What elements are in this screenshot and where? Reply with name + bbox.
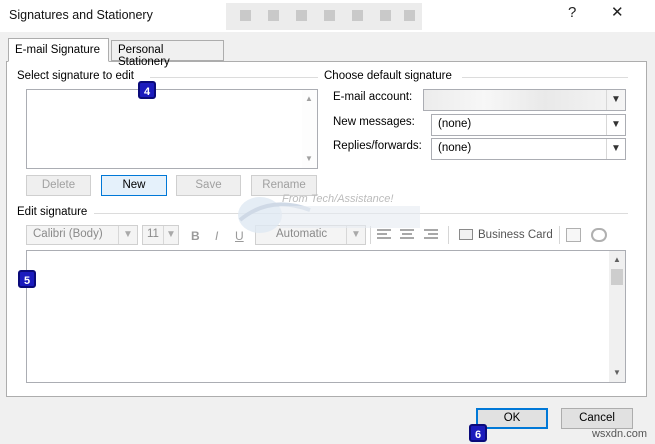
scroll-up-icon[interactable]: ▲ xyxy=(610,255,624,264)
chevron-down-icon[interactable]: ▼ xyxy=(606,115,625,135)
group-divider xyxy=(150,77,318,78)
italic-button[interactable]: I xyxy=(215,229,218,243)
font-size-select[interactable]: 11 ▼ xyxy=(142,225,179,245)
business-card-icon xyxy=(459,229,473,240)
new-messages-select[interactable]: (none) ▼ xyxy=(431,114,626,136)
new-messages-value: (none) xyxy=(438,118,472,130)
edit-signature-heading: Edit signature xyxy=(17,206,88,218)
help-button[interactable]: ? xyxy=(568,4,576,21)
scroll-down-icon[interactable]: ▼ xyxy=(610,368,624,377)
replies-forwards-select[interactable]: (none) ▼ xyxy=(431,138,626,160)
business-card-button[interactable]: Business Card xyxy=(456,226,556,246)
window-title: Signatures and Stationery xyxy=(9,8,153,22)
font-select[interactable]: Calibri (Body) ▼ xyxy=(26,225,138,245)
step-badge-6: 6 xyxy=(469,424,487,442)
close-button[interactable]: ✕ xyxy=(611,3,624,21)
step-badge-4: 4 xyxy=(138,81,156,99)
email-account-label: E-mail account: xyxy=(333,91,413,103)
tab-email-signature[interactable]: E-mail Signature xyxy=(8,38,109,62)
business-card-label: Business Card xyxy=(478,229,553,241)
group-divider xyxy=(462,77,628,78)
delete-button[interactable]: Delete xyxy=(26,175,91,196)
toolbar-separator xyxy=(559,226,560,244)
editor-scrollbar[interactable]: ▲ ▼ xyxy=(609,251,625,382)
insert-picture-icon[interactable] xyxy=(566,228,581,242)
tab-personal-stationery[interactable]: Personal Stationery xyxy=(111,40,224,68)
chevron-down-icon[interactable]: ▼ xyxy=(606,139,625,159)
step-badge-5: 5 xyxy=(18,270,36,288)
blurred-region xyxy=(226,3,422,30)
chevron-down-icon[interactable]: ▼ xyxy=(118,226,137,244)
new-messages-label: New messages: xyxy=(333,116,415,128)
scroll-down-icon[interactable]: ▼ xyxy=(302,154,316,163)
font-size-value: 11 xyxy=(147,228,159,240)
watermark-text: From Tech/Assistance! xyxy=(282,193,394,205)
hyperlink-icon[interactable] xyxy=(591,228,607,242)
chevron-down-icon[interactable]: ▼ xyxy=(606,90,625,110)
select-signature-heading: Select signature to edit xyxy=(17,70,134,82)
scroll-thumb[interactable] xyxy=(611,269,623,285)
scroll-up-icon[interactable]: ▲ xyxy=(302,94,316,103)
email-account-select[interactable]: ▼ xyxy=(423,89,626,111)
signature-list-scrollbar[interactable]: ▲ ▼ xyxy=(302,90,317,168)
new-button[interactable]: New xyxy=(101,175,167,196)
signature-list[interactable]: ▲ ▼ xyxy=(26,89,318,169)
font-value: Calibri (Body) xyxy=(33,228,103,240)
cancel-button[interactable]: Cancel xyxy=(561,408,633,429)
replies-forwards-value: (none) xyxy=(438,142,472,154)
signature-editor[interactable]: ▲ ▼ xyxy=(26,250,626,383)
default-signature-heading: Choose default signature xyxy=(324,70,452,82)
replies-forwards-label: Replies/forwards: xyxy=(333,140,422,152)
toolbar-separator xyxy=(448,226,449,244)
bold-button[interactable]: B xyxy=(191,229,200,243)
chevron-down-icon[interactable]: ▼ xyxy=(163,226,178,244)
site-watermark: wsxdn.com xyxy=(591,428,647,440)
